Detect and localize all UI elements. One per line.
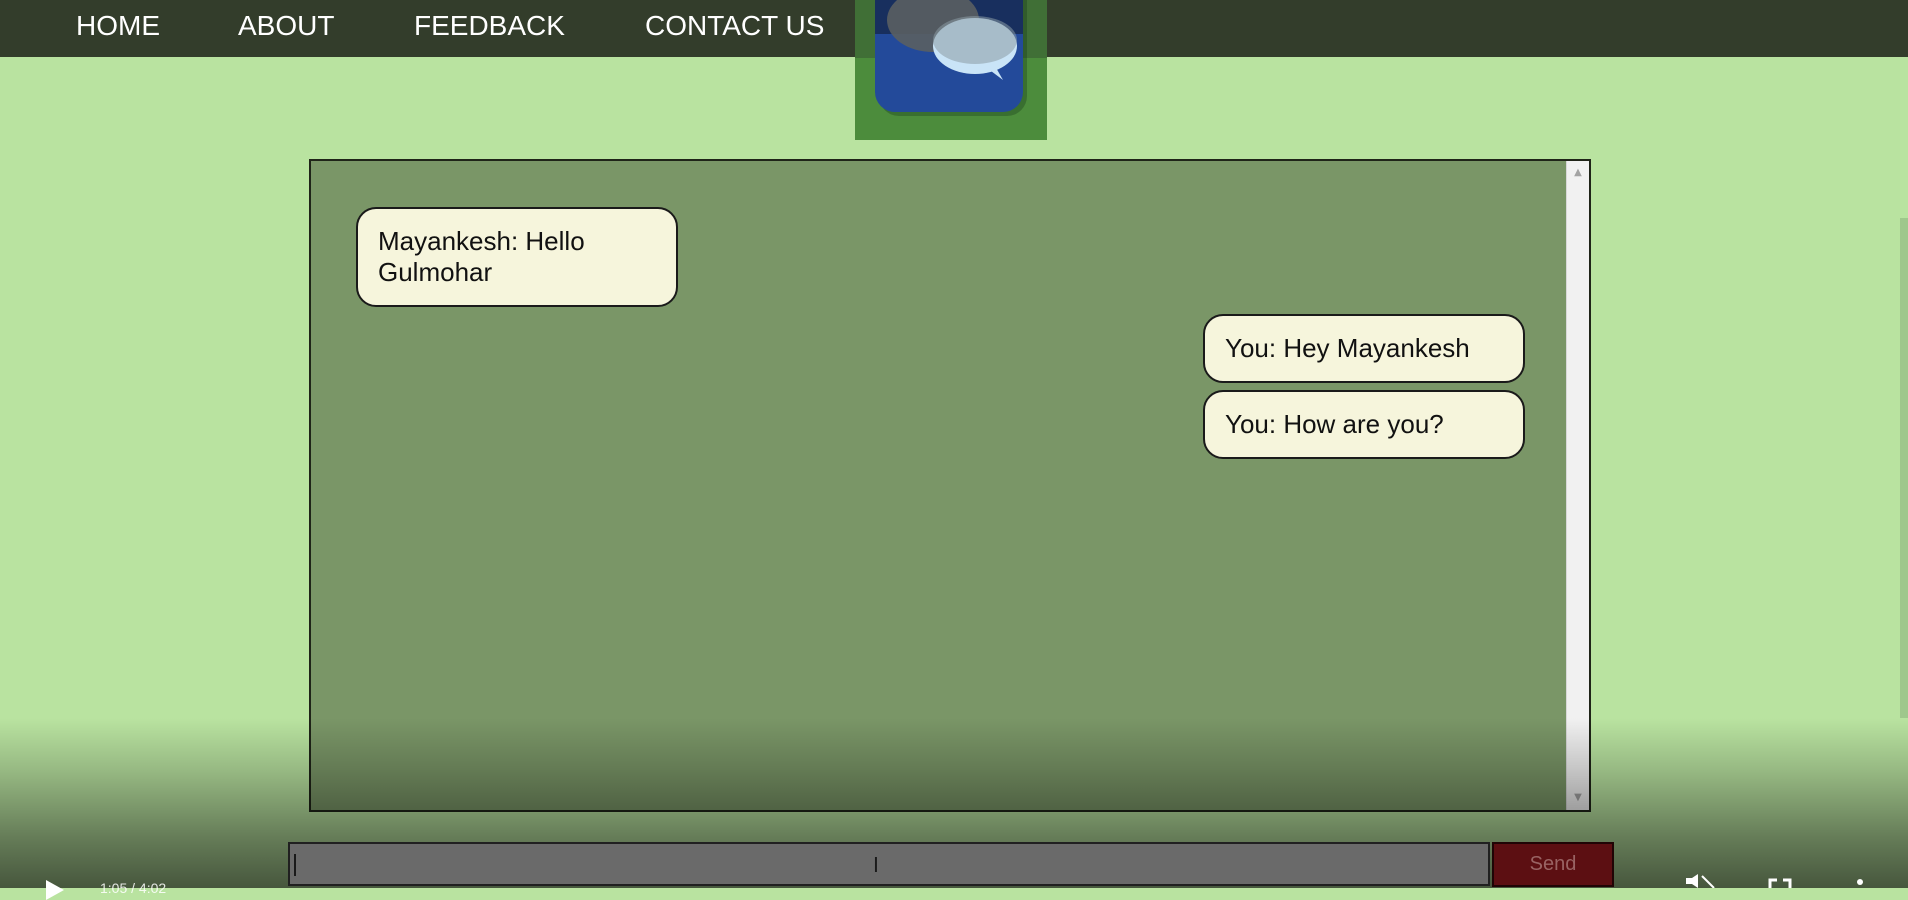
message-input[interactable]: I bbox=[288, 842, 1490, 886]
video-time-readout: 1:05 / 4:02 bbox=[100, 880, 167, 896]
nav-contact-us-link[interactable]: CONTACT US bbox=[645, 0, 824, 52]
page-scrollbar[interactable] bbox=[1900, 218, 1908, 718]
scroll-up-arrow-icon[interactable]: ▲ bbox=[1567, 163, 1589, 183]
text-caret bbox=[294, 854, 296, 876]
chat-message-bubble: You: How are you? bbox=[1203, 390, 1525, 459]
app-logo bbox=[855, 0, 1047, 140]
send-button[interactable]: Send bbox=[1492, 842, 1614, 887]
chat-scrollbar[interactable]: ▲ ▼ bbox=[1566, 161, 1589, 810]
text-cursor-icon: I bbox=[873, 853, 879, 877]
mute-icon[interactable] bbox=[1684, 874, 1716, 888]
chat-messages-panel[interactable]: Mayankesh: Hello Gulmohar You: Hey Mayan… bbox=[309, 159, 1591, 812]
chat-bubbles-icon bbox=[855, 0, 1047, 116]
scroll-down-arrow-icon[interactable]: ▼ bbox=[1567, 788, 1589, 808]
fullscreen-icon[interactable] bbox=[1768, 878, 1792, 888]
nav-about-link[interactable]: ABOUT bbox=[238, 0, 334, 52]
nav-feedback-link[interactable]: FEEDBACK bbox=[414, 0, 565, 52]
play-icon[interactable] bbox=[46, 880, 64, 900]
nav-home-link[interactable]: HOME bbox=[76, 0, 160, 52]
more-options-icon[interactable] bbox=[1856, 878, 1864, 888]
chat-message-bubble: You: Hey Mayankesh bbox=[1203, 314, 1525, 383]
chat-message-bubble: Mayankesh: Hello Gulmohar bbox=[356, 207, 678, 307]
